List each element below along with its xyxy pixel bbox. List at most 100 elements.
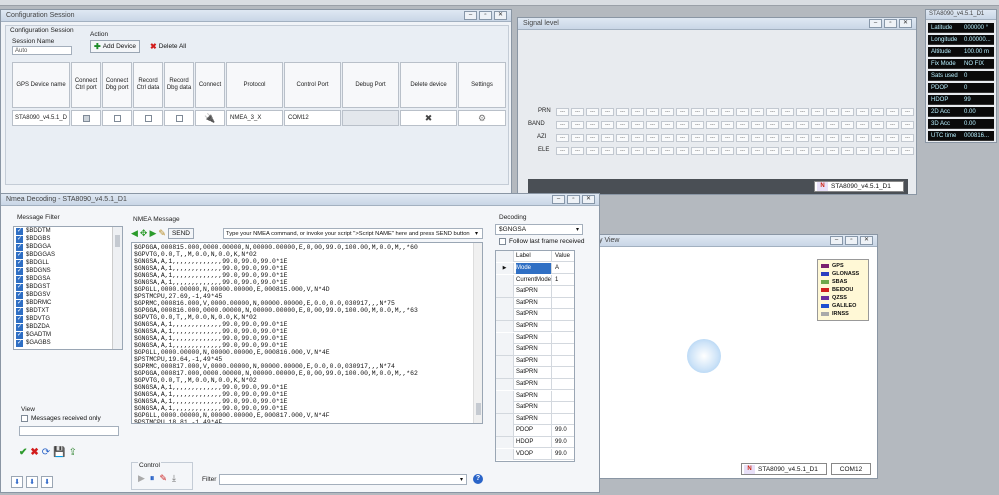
down-arrow-icon-1[interactable]: ⬇: [11, 476, 23, 488]
forward-arrow-icon[interactable]: ▶: [149, 228, 156, 239]
pause-icon[interactable]: ⏸: [150, 473, 155, 484]
close-button[interactable]: ✕: [494, 11, 507, 20]
filter-item[interactable]: ✓ $BDGGA: [14, 243, 122, 251]
status-titlebar[interactable]: STA8090_v4.5.1_D1: [926, 10, 996, 20]
decode-table-row[interactable]: SatPRN: [496, 309, 574, 321]
decoding-dropdown-icon[interactable]: ▾: [576, 225, 579, 235]
filter-item[interactable]: ✓ $BDGNS: [14, 267, 122, 275]
signal-titlebar[interactable]: Signal level – ▫ ✕: [518, 18, 916, 30]
row-settings[interactable]: ⚙: [458, 110, 506, 126]
connect-dbg-checkbox[interactable]: [113, 114, 121, 122]
filter-checkbox[interactable]: ✓: [16, 267, 23, 275]
filter-scroll-thumb[interactable]: [115, 235, 120, 247]
filter-scrollbar[interactable]: [112, 227, 122, 349]
filter-item[interactable]: ✓ $BDDTM: [14, 227, 122, 235]
row-connect-button[interactable]: 🔌: [195, 110, 225, 126]
row-connect-dbg[interactable]: [102, 110, 132, 126]
messages-only-row[interactable]: Messages received only: [21, 415, 101, 422]
messages-only-checkbox[interactable]: [21, 415, 28, 422]
nmea-log-scrollbar[interactable]: [473, 243, 482, 423]
filter-checkbox[interactable]: ✓: [16, 235, 23, 243]
decode-table-row[interactable]: SatPRN: [496, 367, 574, 379]
filter-combobox[interactable]: ▾: [219, 474, 467, 485]
session-name-input[interactable]: Auto: [12, 46, 72, 55]
nmea-log-scroll-thumb[interactable]: [476, 403, 481, 415]
filter-item[interactable]: ✓ $BDGST: [14, 283, 122, 291]
play-icon[interactable]: ▶: [138, 473, 145, 484]
add-device-button[interactable]: ✚ Add Device: [90, 40, 140, 53]
filter-checkbox[interactable]: ✓: [16, 243, 23, 251]
record-dbg-checkbox[interactable]: [175, 114, 183, 122]
save-icon[interactable]: 💾: [53, 447, 65, 458]
scroll-lock-icon[interactable]: ⤓: [172, 473, 176, 484]
config-titlebar[interactable]: Configuration Session – ▫ ✕: [1, 10, 511, 22]
filter-checkbox[interactable]: ✓: [16, 299, 23, 307]
filter-checkbox[interactable]: ✓: [16, 275, 23, 283]
decode-table-row[interactable]: SatPRN: [496, 332, 574, 344]
filter-item[interactable]: ✓ $BDVTG: [14, 315, 122, 323]
delete-all-button[interactable]: ✖ Delete All: [146, 40, 190, 53]
filter-item[interactable]: ✓ $BDGSV: [14, 291, 122, 299]
row-record-dbg[interactable]: [164, 110, 194, 126]
maximize-button[interactable]: ▫: [479, 11, 492, 20]
filter-item[interactable]: ✓ $BDGGAS: [14, 251, 122, 259]
filter-checkbox[interactable]: ✓: [16, 339, 23, 347]
nmea-command-input[interactable]: Type your NMEA command, or invoke your s…: [223, 228, 483, 239]
down-arrow-icon-3[interactable]: ⬇: [41, 476, 53, 488]
row-control-port[interactable]: COM12: [284, 110, 341, 126]
follow-last-row[interactable]: Follow last frame received: [499, 238, 585, 245]
filter-checkbox[interactable]: ✓: [16, 307, 23, 315]
filter-item[interactable]: ✓ $BDGLL: [14, 259, 122, 267]
nmea-titlebar[interactable]: Nmea Decoding - STA8090_v4.5.1_D1 – ▫ ✕: [1, 194, 599, 206]
uncheck-all-icon[interactable]: ✖: [30, 447, 38, 458]
filter-item[interactable]: ✓ $BDGSA: [14, 275, 122, 283]
minimize-button[interactable]: –: [552, 195, 565, 204]
record-ctrl-checkbox[interactable]: [144, 114, 152, 122]
erase-icon[interactable]: ✎: [159, 473, 167, 484]
minimize-button[interactable]: –: [869, 19, 882, 28]
filter-item[interactable]: ✓ $BDRMC: [14, 299, 122, 307]
move-icon[interactable]: ✥: [140, 228, 148, 239]
row-record-ctrl[interactable]: [133, 110, 163, 126]
filter-checkbox[interactable]: ✓: [16, 323, 23, 331]
minimize-button[interactable]: –: [830, 236, 843, 245]
maximize-button[interactable]: ▫: [845, 236, 858, 245]
close-button[interactable]: ✕: [860, 236, 873, 245]
minimize-button[interactable]: –: [464, 11, 477, 20]
decode-table-row[interactable]: SatPRN: [496, 355, 574, 368]
refresh-icon[interactable]: ⟳: [42, 447, 50, 458]
filter-item[interactable]: ✓ $BDZDA: [14, 323, 122, 331]
send-button[interactable]: SEND: [167, 228, 194, 239]
view-field[interactable]: [19, 426, 119, 436]
help-icon[interactable]: ?: [473, 474, 483, 484]
row-delete-device[interactable]: ✖: [400, 110, 457, 126]
decode-table-row[interactable]: SatPRN: [496, 413, 574, 426]
down-arrow-icon-2[interactable]: ⬇: [26, 476, 38, 488]
connect-ctrl-checkbox[interactable]: [82, 114, 90, 122]
decode-table-row[interactable]: SatPRN: [496, 344, 574, 356]
filter-checkbox[interactable]: ✓: [16, 315, 23, 323]
close-button[interactable]: ✕: [582, 195, 595, 204]
decode-table-row[interactable]: PDOP 99.0: [496, 425, 574, 437]
sky-titlebar[interactable]: y View – ▫ ✕: [591, 235, 877, 247]
decode-table-row[interactable]: SatPRN: [496, 321, 574, 333]
row-protocol[interactable]: NMEA_3_X: [226, 110, 283, 126]
command-dropdown-icon[interactable]: ▾: [475, 230, 478, 237]
maximize-button[interactable]: ▫: [884, 19, 897, 28]
decode-table-row[interactable]: SatPRN: [496, 390, 574, 402]
delete-device-icon[interactable]: ✖: [425, 113, 433, 122]
gear-icon[interactable]: ⚙: [478, 113, 486, 122]
export-icon[interactable]: ⇪: [69, 447, 77, 458]
nmea-log-textarea[interactable]: $GPGGA,000815.000,0000.00000,N,00000.000…: [131, 242, 483, 424]
follow-last-checkbox[interactable]: [499, 238, 506, 245]
filter-checkbox[interactable]: ✓: [16, 259, 23, 267]
filter-item[interactable]: ✓ $GAGBS: [14, 339, 122, 347]
back-arrow-icon[interactable]: ◀: [131, 228, 138, 239]
decoding-select[interactable]: $GNGSA ▾: [495, 224, 583, 235]
filter-checkbox[interactable]: ✓: [16, 283, 23, 291]
plug-icon[interactable]: 🔌: [204, 113, 215, 122]
filter-checkbox[interactable]: ✓: [16, 251, 23, 259]
check-all-icon[interactable]: ✔: [19, 447, 27, 458]
decode-table-row[interactable]: HDOP 99.0: [496, 437, 574, 449]
filter-item[interactable]: ✓ $BDTXT: [14, 307, 122, 315]
